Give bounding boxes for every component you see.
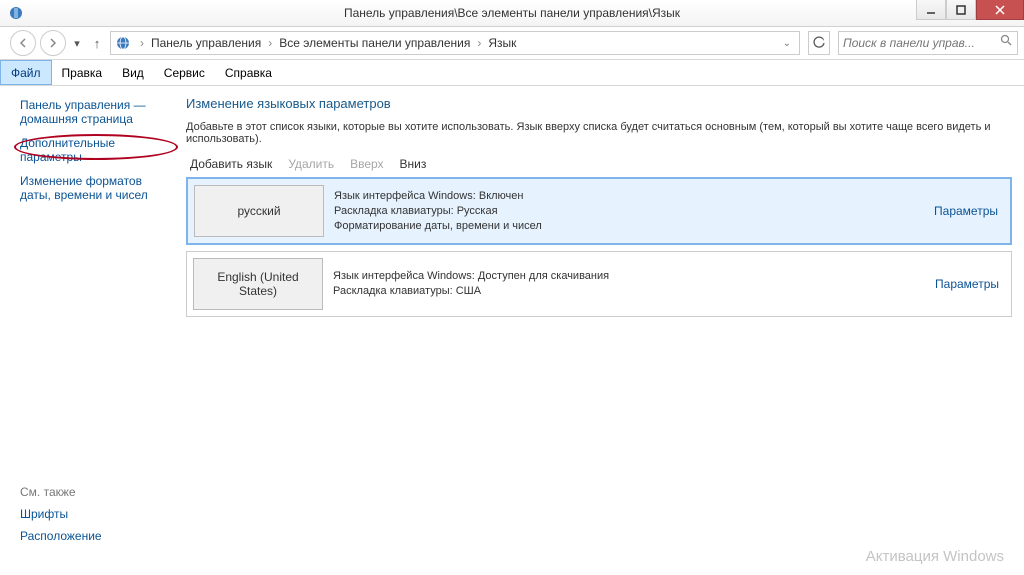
sidebar-link-fonts[interactable]: Шрифты bbox=[20, 507, 102, 521]
breadcrumb-bar[interactable]: › Панель управления › Все элементы панел… bbox=[110, 31, 800, 55]
menu-edit[interactable]: Правка bbox=[52, 60, 113, 85]
toolbar-add-language[interactable]: Добавить язык bbox=[190, 157, 272, 171]
detail-line: Язык интерфейса Windows: Доступен для ск… bbox=[333, 269, 917, 284]
language-row-english[interactable]: English (United States) Язык интерфейса … bbox=[186, 251, 1012, 317]
history-dropdown[interactable]: ▾ bbox=[70, 37, 84, 50]
page-heading: Изменение языковых параметров bbox=[186, 96, 1012, 111]
sidebar-link-advanced[interactable]: Дополнительные параметры bbox=[20, 136, 168, 164]
window-controls bbox=[916, 0, 1024, 26]
menu-help[interactable]: Справка bbox=[215, 60, 282, 85]
sidebar-bottom: См. также Шрифты Расположение bbox=[20, 485, 102, 551]
nav-bar: ▾ ↑ › Панель управления › Все элементы п… bbox=[0, 27, 1024, 60]
detail-line: Язык интерфейса Windows: Включен bbox=[334, 189, 916, 204]
refresh-button[interactable] bbox=[808, 31, 830, 55]
language-row-russian[interactable]: русский Язык интерфейса Windows: Включен… bbox=[186, 177, 1012, 245]
language-details: Язык интерфейса Windows: Включен Расклад… bbox=[330, 183, 920, 240]
toolbar: Добавить язык Удалить Вверх Вниз bbox=[186, 157, 1012, 171]
toolbar-delete: Удалить bbox=[288, 157, 334, 171]
language-params-link[interactable]: Параметры bbox=[934, 204, 998, 218]
sidebar: Панель управления — домашняя страница До… bbox=[0, 86, 178, 575]
globe-icon bbox=[115, 35, 131, 51]
language-label: English (United States) bbox=[193, 258, 323, 310]
minimize-button[interactable] bbox=[916, 0, 946, 20]
up-button[interactable]: ↑ bbox=[88, 36, 106, 51]
main-pane: Изменение языковых параметров Добавьте в… bbox=[178, 86, 1024, 575]
search-box[interactable] bbox=[838, 31, 1018, 55]
search-icon[interactable] bbox=[1000, 34, 1013, 52]
detail-line: Раскладка клавиатуры: США bbox=[333, 284, 917, 299]
sidebar-link-location[interactable]: Расположение bbox=[20, 529, 102, 543]
activation-watermark: Активация Windows bbox=[866, 548, 1004, 565]
breadcrumb-seg-3[interactable]: Язык bbox=[486, 36, 518, 50]
toolbar-down[interactable]: Вниз bbox=[400, 157, 427, 171]
menu-service[interactable]: Сервис bbox=[154, 60, 215, 85]
control-panel-icon bbox=[8, 5, 24, 21]
sidebar-link-formats[interactable]: Изменение форматов даты, времени и чисел bbox=[20, 174, 168, 202]
breadcrumb-seg-2[interactable]: Все элементы панели управления bbox=[277, 36, 472, 50]
language-details: Язык интерфейса Windows: Доступен для ск… bbox=[329, 263, 921, 305]
menu-file[interactable]: Файл bbox=[0, 60, 52, 85]
window-title: Панель управления\Все элементы панели уп… bbox=[344, 6, 680, 20]
language-label: русский bbox=[194, 185, 324, 237]
language-params-link[interactable]: Параметры bbox=[935, 277, 999, 291]
chevron-right-icon: › bbox=[265, 36, 275, 50]
page-description: Добавьте в этот список языки, которые вы… bbox=[186, 121, 1012, 145]
back-button[interactable] bbox=[10, 30, 36, 56]
sidebar-link-home[interactable]: Панель управления — домашняя страница bbox=[20, 98, 168, 126]
detail-line: Форматирование даты, времени и чисел bbox=[334, 219, 916, 234]
see-also-header: См. также bbox=[20, 485, 102, 499]
body: Панель управления — домашняя страница До… bbox=[0, 86, 1024, 575]
detail-line: Раскладка клавиатуры: Русская bbox=[334, 204, 916, 219]
chevron-right-icon: › bbox=[474, 36, 484, 50]
maximize-button[interactable] bbox=[946, 0, 976, 20]
breadcrumb-seg-1[interactable]: Панель управления bbox=[149, 36, 263, 50]
title-bar: Панель управления\Все элементы панели уп… bbox=[0, 0, 1024, 27]
menu-view[interactable]: Вид bbox=[112, 60, 154, 85]
search-input[interactable] bbox=[843, 36, 1000, 50]
close-button[interactable] bbox=[976, 0, 1024, 20]
menu-bar: Файл Правка Вид Сервис Справка bbox=[0, 60, 1024, 86]
breadcrumb-dropdown[interactable]: ⌄ bbox=[779, 38, 795, 49]
forward-button[interactable] bbox=[40, 30, 66, 56]
toolbar-up: Вверх bbox=[350, 157, 383, 171]
chevron-right-icon: › bbox=[137, 36, 147, 50]
